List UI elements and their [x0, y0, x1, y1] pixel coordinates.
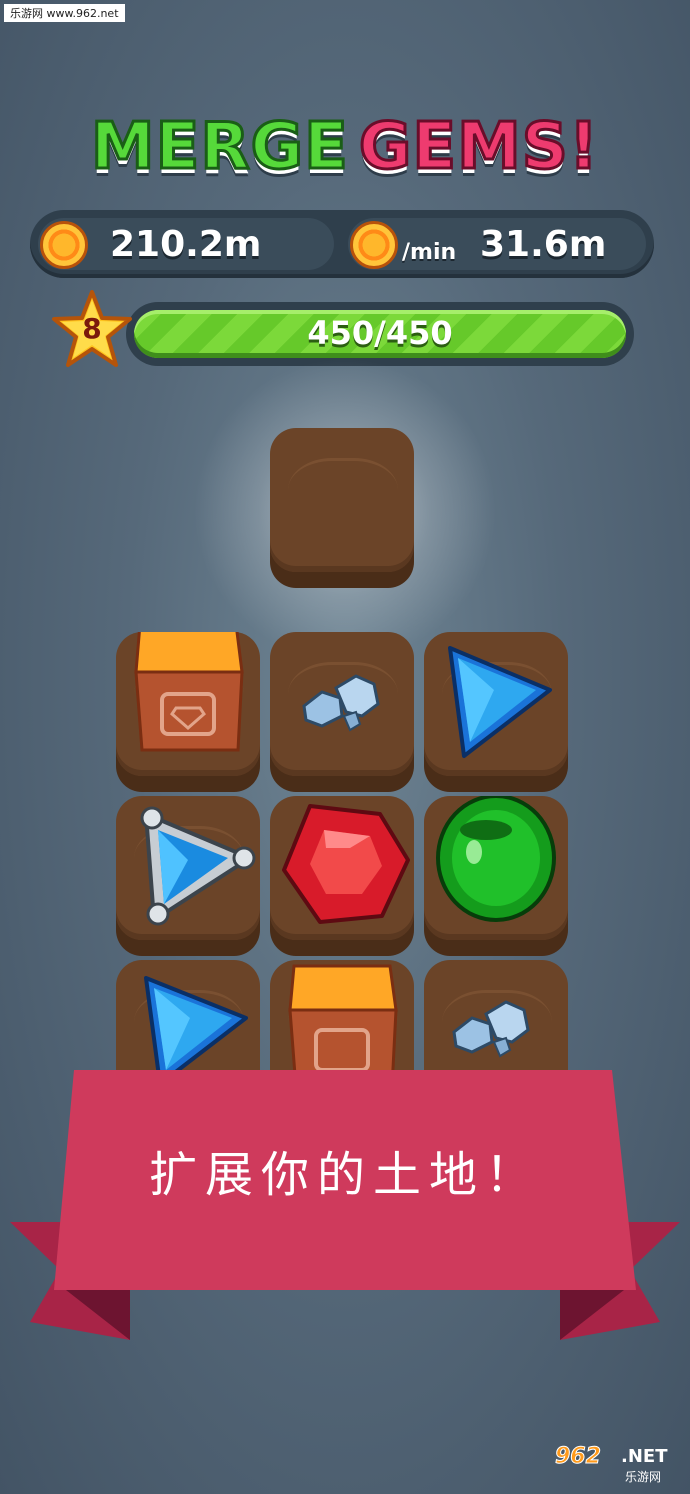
level-star-icon[interactable]: 8 [50, 288, 134, 372]
stats-bar: 210.2m /min 31.6m [30, 210, 654, 278]
tile-green-emerald[interactable] [424, 796, 568, 956]
level-number: 8 [82, 312, 102, 345]
tile-empty[interactable] [270, 428, 414, 588]
watermark-logo: 962 [555, 1444, 602, 1470]
watermark-top: 乐游网 www.962.net [4, 4, 125, 22]
silver-amulet-gem-icon [140, 806, 256, 926]
rough-stones-icon [302, 674, 380, 732]
tile-blue-triangle-gem[interactable] [424, 632, 568, 792]
watermark-cn: 乐游网 [625, 1470, 662, 1484]
income-value: 31.6m [480, 224, 607, 265]
red-ruby-icon [282, 804, 410, 924]
tile-red-ruby[interactable] [270, 796, 414, 956]
tile-rough-stones[interactable] [270, 632, 414, 792]
watermark-net: .NET [621, 1446, 668, 1467]
coins-panel[interactable]: 210.2m [38, 218, 334, 270]
xp-track: 450/450 [126, 302, 634, 366]
blue-triangle-gem-icon [448, 646, 552, 758]
watermark-bottom: 962 .NET 乐游网 [555, 1444, 685, 1488]
tile-silver-amulet-gem[interactable] [116, 796, 260, 956]
coin-icon [40, 221, 88, 269]
banner-text: 扩展你的土地！ [148, 1147, 541, 1203]
xp-text: 450/450 [307, 314, 453, 352]
income-panel[interactable]: /min 31.6m [348, 218, 646, 270]
coin-per-min-icon [350, 221, 398, 269]
title-gems: GEMS! [357, 109, 600, 186]
title-merge: MERGE [89, 109, 349, 186]
gem-crate-icon [134, 632, 244, 752]
tile-gem-crate[interactable] [116, 632, 260, 792]
coins-value: 210.2m [110, 224, 262, 265]
promo-ribbon [10, 1070, 680, 1340]
green-emerald-icon [436, 796, 556, 922]
game-title: MERGE GEMS! [0, 109, 690, 186]
per-min-label: /min [402, 240, 457, 265]
